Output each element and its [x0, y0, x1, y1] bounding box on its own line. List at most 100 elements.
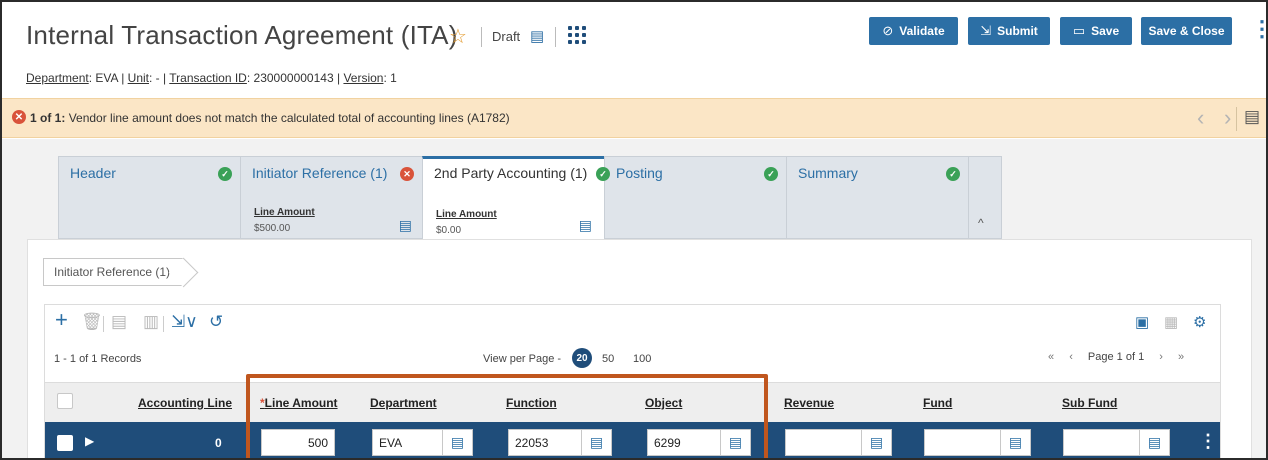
favorite-star-icon[interactable]: ☆ [449, 24, 467, 49]
undo-icon[interactable]: ↺ [209, 312, 223, 332]
tab-label: Header [70, 165, 116, 181]
workspace: Header ✓ Initiator Reference (1) ✕ Line … [2, 139, 1266, 458]
grid-view-icon[interactable]: ▦ [1164, 313, 1178, 331]
object-lookup-icon[interactable]: ▤ [721, 429, 751, 456]
validate-button[interactable]: ⊘ Validate [869, 17, 958, 45]
department-value: : EVA [88, 71, 118, 85]
document-icon[interactable]: ▤ [579, 217, 592, 234]
status-badge: Draft [492, 29, 521, 44]
check-icon: ✓ [946, 167, 960, 181]
tab-summary[interactable]: Summary ✓ [786, 156, 968, 239]
view-per-page-label: View per Page - [483, 353, 562, 365]
row-actions-icon[interactable]: ⋮ [1199, 431, 1217, 452]
tab-sub-value: $0.00 [436, 225, 462, 236]
column-fund[interactable]: Fund [923, 396, 952, 410]
validate-icon: ⊘ [882, 23, 894, 38]
row-checkbox[interactable] [57, 435, 73, 451]
error-message[interactable]: 1 of 1: Vendor line amount does not matc… [30, 111, 510, 125]
select-all-checkbox[interactable] [57, 393, 73, 409]
error-icon: ✕ [400, 167, 414, 181]
department-label: Department [26, 71, 89, 85]
accounting-grid: + 🗑︎ ▤ ▥ ⇲∨ ↺ ▣ ▦ ⚙ 1 - 1 of 1 Records V… [44, 304, 1221, 458]
check-icon: ✓ [218, 167, 232, 181]
function-lookup-icon[interactable]: ▤ [582, 429, 612, 456]
function-input[interactable]: 22053 [508, 429, 582, 456]
revenue-input[interactable] [785, 429, 862, 456]
error-icon: ✕ [12, 110, 26, 124]
next-error-icon[interactable]: › [1224, 105, 1231, 131]
document-icon[interactable]: ▤ [530, 27, 544, 45]
more-options-icon[interactable]: ⋮ [1251, 18, 1266, 40]
divider [481, 27, 482, 47]
version-value: : 1 [383, 71, 397, 85]
column-revenue[interactable]: Revenue [784, 396, 834, 410]
first-page-icon[interactable]: « [1048, 351, 1054, 363]
next-page-icon[interactable]: › [1159, 351, 1163, 363]
gear-icon[interactable]: ⚙ [1193, 313, 1206, 331]
divider [163, 316, 164, 332]
tab-header[interactable]: Header ✓ [58, 156, 240, 239]
copy-icon[interactable]: ▤ [111, 312, 127, 332]
tab-label: Initiator Reference (1) [252, 165, 388, 181]
tab-sub-label: Line Amount [436, 209, 497, 220]
column-accounting-line[interactable]: Accounting Line [138, 396, 232, 410]
unit-label: Unit [127, 71, 149, 85]
column-sub-fund[interactable]: Sub Fund [1062, 396, 1117, 410]
save-close-button[interactable]: Save & Close [1141, 17, 1232, 45]
section-tabs: Header ✓ Initiator Reference (1) ✕ Line … [58, 156, 1002, 240]
page-header: Internal Transaction Agreement (ITA) ☆ D… [2, 2, 1266, 97]
document-icon[interactable]: ▤ [399, 217, 412, 234]
sub-fund-input[interactable] [1063, 429, 1140, 456]
page-size-50[interactable]: 50 [602, 353, 614, 365]
department-input[interactable]: EVA [372, 429, 443, 456]
column-line-amount[interactable]: *Line Amount [260, 396, 338, 410]
expand-row-icon[interactable]: ▶ [85, 434, 94, 448]
column-department[interactable]: Department [370, 396, 437, 410]
department-lookup-icon[interactable]: ▤ [443, 429, 473, 456]
breadcrumb[interactable]: Initiator Reference (1) [43, 258, 185, 286]
unit-value: : - [149, 71, 160, 85]
collapse-tabs-button[interactable]: ^ [968, 156, 1002, 239]
chevron-up-icon: ^ [978, 216, 984, 230]
column-function[interactable]: Function [506, 396, 557, 410]
page-size-20[interactable]: 20 [572, 348, 592, 368]
error-banner: ✕ 1 of 1: Vendor line amount does not ma… [2, 98, 1266, 138]
tab-label: Summary [798, 165, 858, 181]
tab-label: 2nd Party Accounting (1) [434, 165, 588, 181]
column-object[interactable]: Object [645, 396, 682, 410]
revenue-lookup-icon[interactable]: ▤ [862, 429, 892, 456]
sub-fund-lookup-icon[interactable]: ▤ [1140, 429, 1170, 456]
check-icon: ✓ [596, 167, 610, 181]
page-indicator: Page 1 of 1 [1087, 351, 1145, 363]
fund-lookup-icon[interactable]: ▤ [1001, 429, 1031, 456]
tab-initiator-reference[interactable]: Initiator Reference (1) ✕ Line Amount $5… [240, 156, 422, 239]
table-row[interactable]: ▶ 0 500 EVA ▤ 22053 ▤ 6299 ▤ ▤ ▤ ▤ ⋮ [45, 422, 1220, 458]
error-list-icon[interactable]: ▤ [1244, 107, 1260, 127]
last-page-icon[interactable]: » [1178, 351, 1184, 363]
page-size-100[interactable]: 100 [633, 353, 651, 365]
submit-button[interactable]: ⇲ Submit [968, 17, 1050, 45]
submit-button-label: Submit [997, 24, 1038, 38]
previous-error-icon[interactable]: ‹ [1197, 105, 1204, 131]
fund-input[interactable] [924, 429, 1001, 456]
line-amount-input[interactable]: 500 [261, 429, 335, 456]
delete-icon[interactable]: 🗑︎ [81, 312, 103, 332]
tab-label: Posting [616, 165, 663, 181]
paste-icon[interactable]: ▥ [143, 312, 159, 332]
tab-posting[interactable]: Posting ✓ [604, 156, 786, 239]
tab-2nd-party-accounting[interactable]: 2nd Party Accounting (1) ✓ Line Amount $… [422, 156, 610, 240]
meta-separator: | [121, 71, 125, 85]
divider [1236, 107, 1237, 131]
version-label: Version [343, 71, 384, 85]
save-icon: ▭ [1072, 23, 1086, 38]
previous-page-icon[interactable]: ‹ [1069, 351, 1073, 363]
add-row-icon[interactable]: + [55, 307, 68, 333]
export-icon[interactable]: ⇲∨ [171, 312, 198, 332]
apps-grid-icon[interactable] [568, 26, 586, 44]
form-view-icon[interactable]: ▣ [1135, 313, 1149, 331]
error-count: 1 of 1: [30, 111, 66, 125]
object-input[interactable]: 6299 [647, 429, 721, 456]
tab-sub-label: Line Amount [254, 207, 315, 218]
save-button[interactable]: ▭ Save [1060, 17, 1132, 45]
grid-toolbar: + 🗑︎ ▤ ▥ ⇲∨ ↺ ▣ ▦ ⚙ [45, 305, 1220, 341]
